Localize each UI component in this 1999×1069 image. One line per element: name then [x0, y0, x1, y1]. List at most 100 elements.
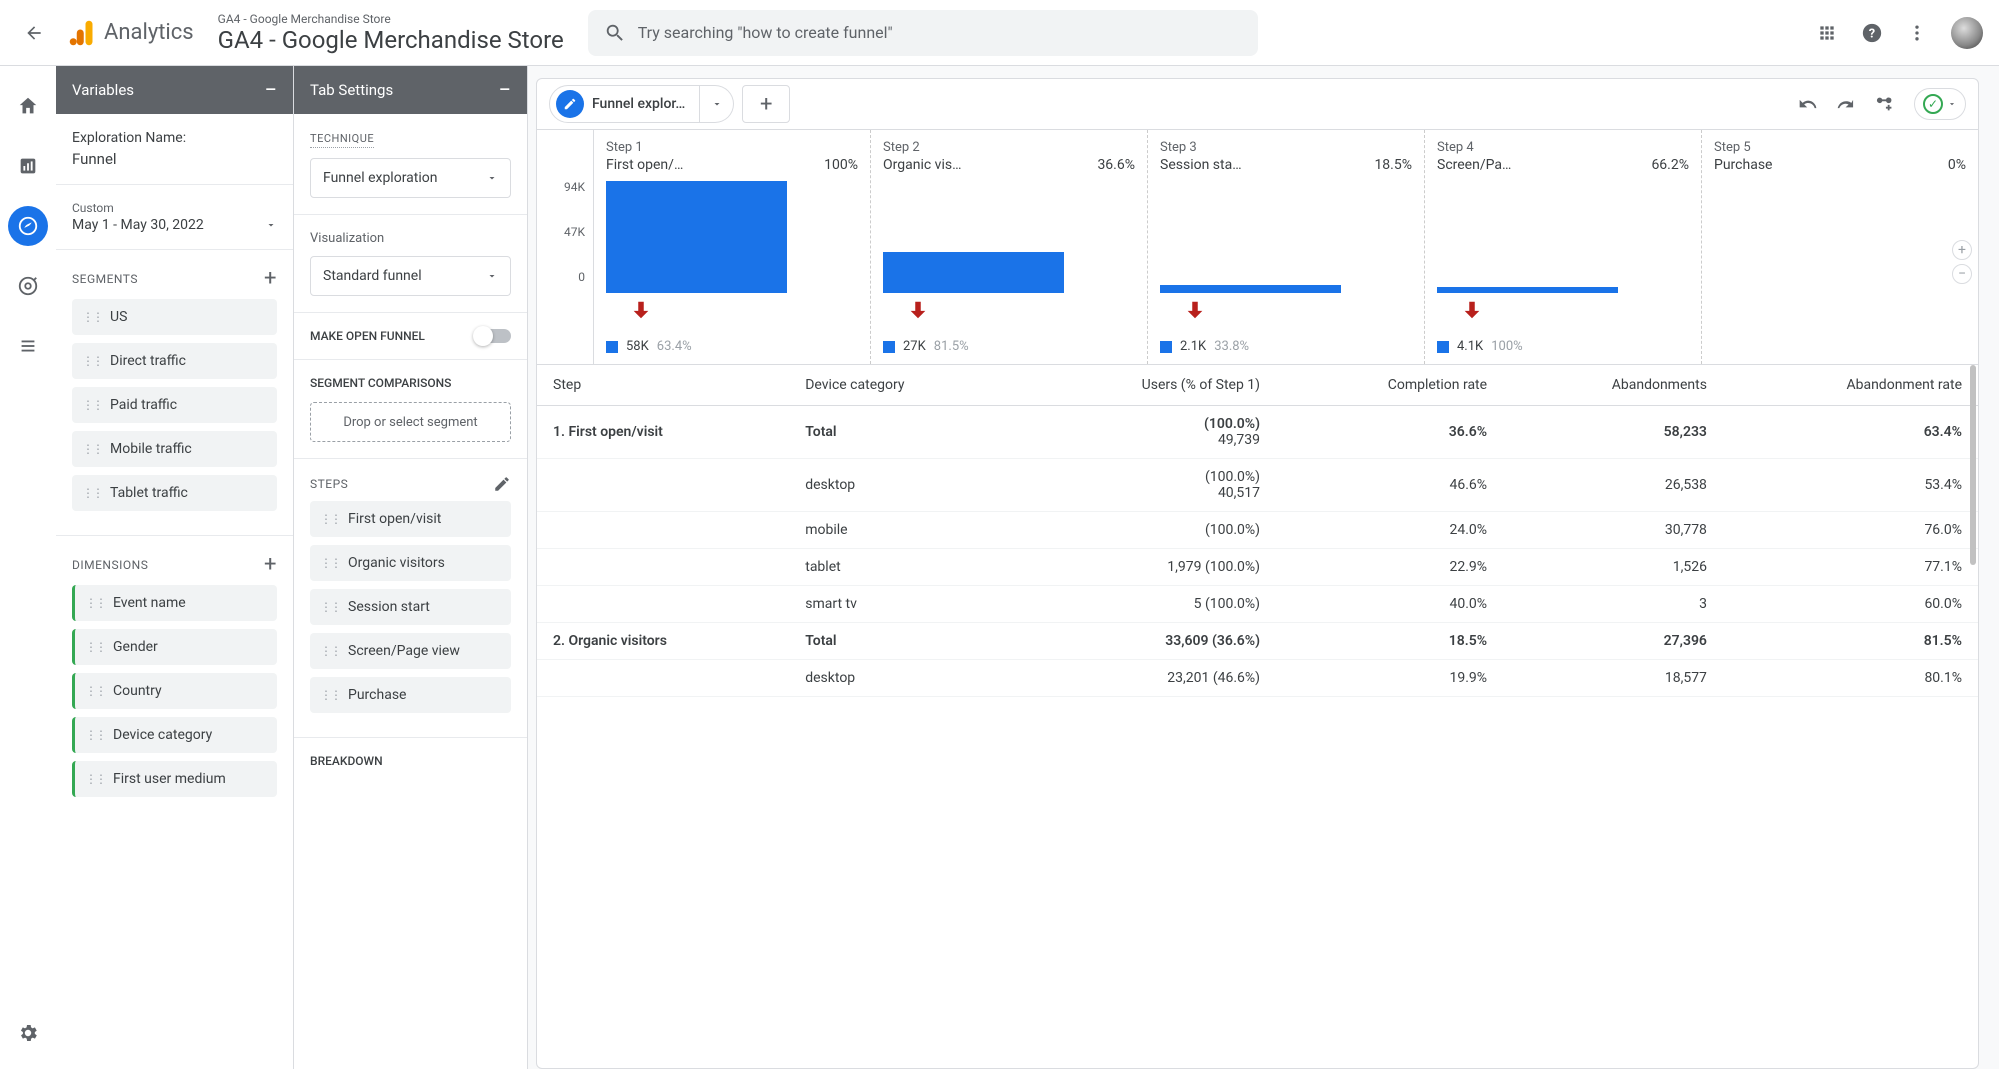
- scrollbar[interactable]: [1970, 365, 1976, 565]
- funnel-step: Step 1First open/…100%58K63.4%: [593, 130, 870, 364]
- nav-home-icon[interactable]: [8, 86, 48, 126]
- cell-category: Total: [789, 406, 1016, 459]
- segment-chip[interactable]: Paid traffic: [72, 387, 277, 423]
- step-num: Step 1: [606, 140, 643, 155]
- step-chip[interactable]: Screen/Page view: [310, 633, 511, 669]
- table-header[interactable]: Device category: [789, 365, 1016, 406]
- cell-completion: 18.5%: [1276, 623, 1503, 660]
- check-icon: ✓: [1923, 94, 1943, 114]
- zoom-out-icon[interactable]: −: [1952, 264, 1972, 284]
- drop-metrics: 58K63.4%: [606, 339, 858, 364]
- share-icon[interactable]: [1874, 93, 1896, 115]
- canvas-card: Funnel explor… + ✓: [536, 78, 1979, 1069]
- cell-category: tablet: [789, 549, 1016, 586]
- drop-pct: 63.4%: [657, 339, 692, 354]
- minimize-tabsettings-icon[interactable]: −: [498, 78, 511, 103]
- help-icon[interactable]: ?: [1861, 22, 1883, 44]
- status-pill[interactable]: ✓: [1914, 88, 1966, 120]
- table-header[interactable]: Abandonment rate: [1723, 365, 1978, 406]
- open-funnel-label: MAKE OPEN FUNNEL: [310, 329, 425, 343]
- visualization-label: Visualization: [310, 231, 511, 246]
- nav-configure-icon[interactable]: [8, 326, 48, 366]
- redo-icon[interactable]: [1836, 94, 1856, 114]
- active-tab[interactable]: Funnel explor…: [549, 85, 700, 123]
- dimension-chip[interactable]: First user medium: [72, 761, 277, 797]
- table-header[interactable]: Completion rate: [1276, 365, 1503, 406]
- cell-category: smart tv: [789, 586, 1016, 623]
- funnel-step: Step 5Purchase0%: [1701, 130, 1978, 364]
- step-chip[interactable]: Purchase: [310, 677, 511, 713]
- more-vert-icon[interactable]: [1907, 23, 1927, 43]
- search-input[interactable]: [638, 23, 1242, 42]
- drop-arrow-icon: [1461, 299, 1689, 321]
- segment-chip[interactable]: US: [72, 299, 277, 335]
- table-header[interactable]: Step: [537, 365, 789, 406]
- funnel-step: Step 3Session sta…18.5%2.1K33.8%: [1147, 130, 1424, 364]
- nav-admin-icon[interactable]: [8, 1013, 48, 1053]
- add-tab-button[interactable]: +: [742, 85, 790, 123]
- chip-label: Direct traffic: [110, 353, 186, 369]
- minimize-variables-icon[interactable]: −: [264, 78, 277, 103]
- technique-section: TECHNIQUE Funnel exploration: [294, 114, 527, 215]
- drag-handle-icon: [320, 516, 340, 522]
- chip-label: Paid traffic: [110, 397, 177, 413]
- zoom-in-icon[interactable]: +: [1952, 240, 1972, 260]
- avatar[interactable]: [1951, 17, 1983, 49]
- funnel-step: Step 4Screen/Pa…66.2%4.1K100%: [1424, 130, 1701, 364]
- step-pct: 36.6%: [1097, 157, 1135, 173]
- cell-step: [537, 549, 789, 586]
- table-header[interactable]: Abandonments: [1503, 365, 1723, 406]
- step-chip[interactable]: Session start: [310, 589, 511, 625]
- cell-abandonment-rate: 76.0%: [1723, 512, 1978, 549]
- drag-handle-icon: [85, 688, 105, 694]
- cell-abandonments: 1,526: [1503, 549, 1723, 586]
- step-chip[interactable]: First open/visit: [310, 501, 511, 537]
- table-header[interactable]: Users (% of Step 1): [1016, 365, 1276, 406]
- segment-comparisons-label: SEGMENT COMPARISONS: [310, 376, 511, 390]
- segment-chip[interactable]: Mobile traffic: [72, 431, 277, 467]
- drop-metrics: 2.1K33.8%: [1160, 339, 1412, 364]
- drop-pct: 100%: [1491, 339, 1522, 354]
- chip-label: Organic visitors: [348, 555, 445, 571]
- dimension-chip[interactable]: Gender: [72, 629, 277, 665]
- breakdown-section: BREAKDOWN: [294, 738, 527, 784]
- cell-abandonment-rate: 60.0%: [1723, 586, 1978, 623]
- cell-abandonments: 27,396: [1503, 623, 1723, 660]
- segment-chip[interactable]: Tablet traffic: [72, 475, 277, 511]
- nav-advertising-icon[interactable]: [8, 266, 48, 306]
- step-label: Purchase: [1714, 157, 1772, 173]
- back-arrow-icon[interactable]: [16, 15, 52, 51]
- dimension-chip[interactable]: Event name: [72, 585, 277, 621]
- edit-steps-icon[interactable]: [493, 475, 511, 493]
- search-box[interactable]: [588, 10, 1258, 56]
- drop-pct: 81.5%: [934, 339, 969, 354]
- visualization-section: Visualization Standard funnel: [294, 215, 527, 313]
- title-block[interactable]: GA4 - Google Merchandise Store GA4 - Goo…: [218, 12, 564, 54]
- date-range-section[interactable]: Custom May 1 - May 30, 2022: [56, 185, 293, 250]
- cell-abandonments: 58,233: [1503, 406, 1723, 459]
- visualization-dropdown[interactable]: Standard funnel: [310, 256, 511, 296]
- apps-icon[interactable]: [1817, 23, 1837, 43]
- step-chip[interactable]: Organic visitors: [310, 545, 511, 581]
- nav-explore-icon[interactable]: [8, 206, 48, 246]
- add-segment-icon[interactable]: +: [264, 266, 277, 291]
- cell-completion: 24.0%: [1276, 512, 1503, 549]
- tab-settings-title: Tab Settings: [310, 81, 393, 99]
- add-dimension-icon[interactable]: +: [264, 552, 277, 577]
- exploration-name-value[interactable]: Funnel: [72, 150, 277, 168]
- dimension-chip[interactable]: Device category: [72, 717, 277, 753]
- cell-abandonment-rate: 77.1%: [1723, 549, 1978, 586]
- nav-reports-icon[interactable]: [8, 146, 48, 186]
- chip-label: US: [110, 309, 127, 325]
- cell-category: desktop: [789, 660, 1016, 697]
- segment-dropzone[interactable]: Drop or select segment: [310, 402, 511, 442]
- segment-chip[interactable]: Direct traffic: [72, 343, 277, 379]
- cell-step: [537, 512, 789, 549]
- tab-dropdown-icon[interactable]: [700, 85, 734, 123]
- open-funnel-toggle[interactable]: [475, 329, 511, 343]
- cell-category: mobile: [789, 512, 1016, 549]
- analytics-logo[interactable]: Analytics: [68, 19, 194, 47]
- dimension-chip[interactable]: Country: [72, 673, 277, 709]
- undo-icon[interactable]: [1798, 94, 1818, 114]
- technique-dropdown[interactable]: Funnel exploration: [310, 158, 511, 198]
